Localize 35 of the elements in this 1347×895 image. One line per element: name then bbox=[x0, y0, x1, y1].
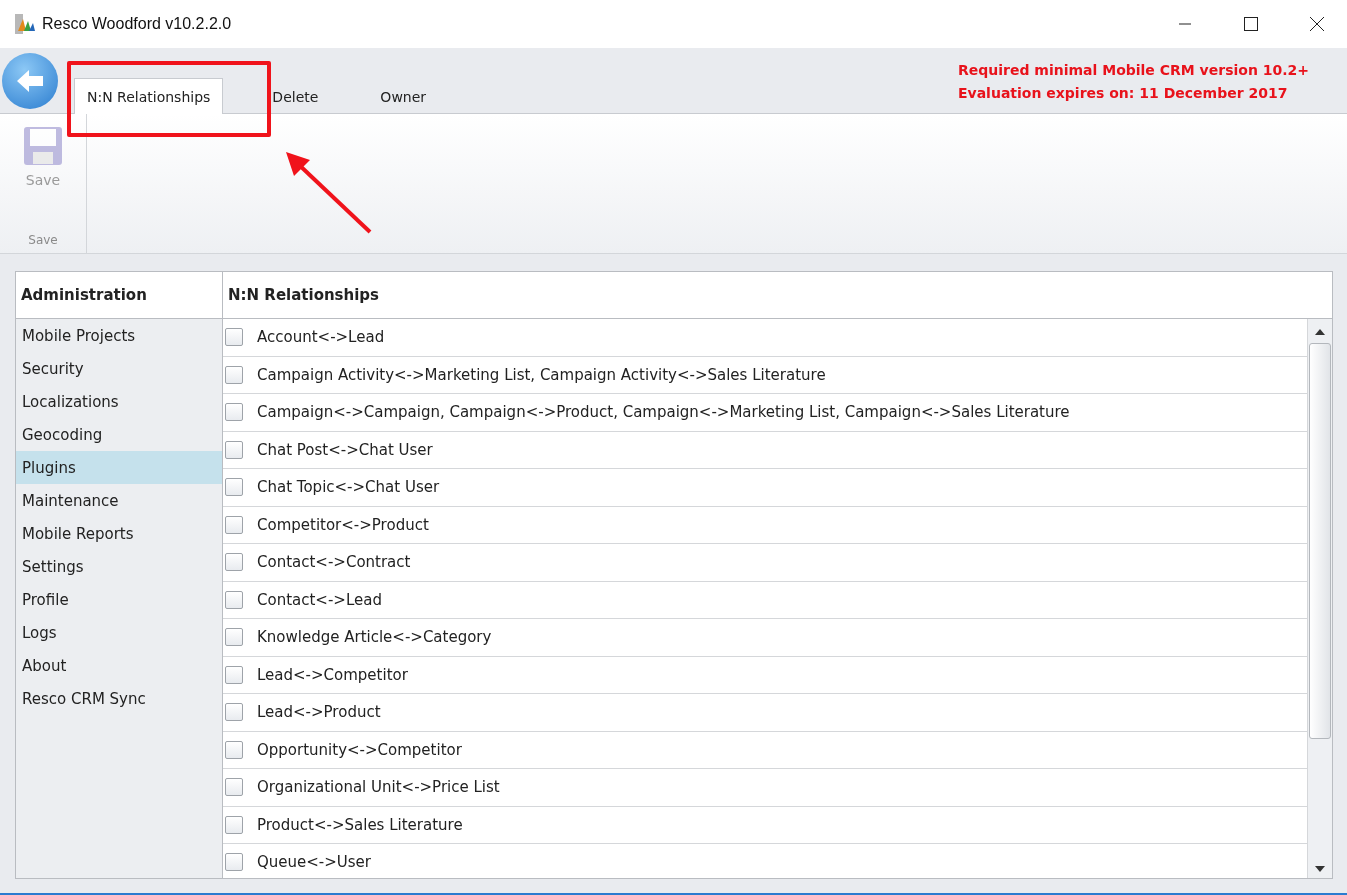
tab[interactable]: Owner bbox=[367, 78, 440, 114]
sidebar-item[interactable]: Resco CRM Sync bbox=[16, 682, 222, 715]
relationship-label: Product<->Sales Literature bbox=[257, 815, 463, 834]
sidebar-item[interactable]: Mobile Reports bbox=[16, 517, 222, 550]
sidebar-item[interactable]: Profile bbox=[16, 583, 222, 616]
relationship-label: Lead<->Competitor bbox=[257, 665, 408, 684]
relationship-label: Lead<->Product bbox=[257, 703, 381, 722]
sidebar-item[interactable]: About bbox=[16, 649, 222, 682]
sidebar-item[interactable]: Maintenance bbox=[16, 484, 222, 517]
relationship-label: Opportunity<->Competitor bbox=[257, 740, 462, 759]
relationship-label: Account<->Lead bbox=[257, 328, 385, 347]
window-title: Resco Woodford v10.2.2.0 bbox=[42, 15, 233, 33]
relationship-label: Competitor<->Product bbox=[257, 515, 429, 534]
relationship-label: Chat Topic<->Chat User bbox=[257, 478, 440, 497]
sidebar-item[interactable]: Localizations bbox=[16, 385, 222, 418]
relationship-label: Campaign<->Campaign, Campaign<->Product, Campaign<->Marketing List, Campaign<->Sales Literature bbox=[257, 403, 1070, 422]
sidebar-item[interactable]: Plugins bbox=[16, 451, 222, 484]
sidebar-item[interactable]: Logs bbox=[16, 616, 222, 649]
relationship-label: Campaign Activity<->Marketing List, Campaign Activity<->Sales Literature bbox=[257, 365, 826, 384]
relationship-label: Organizational Unit<->Price List bbox=[257, 778, 500, 797]
tab[interactable]: Delete bbox=[259, 78, 332, 114]
relationship-label: Contact<->Contract bbox=[257, 553, 411, 572]
sidebar-item[interactable]: Security bbox=[16, 352, 222, 385]
tab[interactable]: N:N Relationships bbox=[74, 78, 224, 114]
relationship-label: Chat Post<->Chat User bbox=[257, 440, 433, 459]
sidebar-header: Administration bbox=[16, 272, 222, 319]
sidebar-item[interactable]: Mobile Projects bbox=[16, 319, 222, 352]
relationship-label: Knowledge Article<->Category bbox=[257, 628, 492, 647]
sidebar-item[interactable]: Geocoding bbox=[16, 418, 222, 451]
group-label: Save bbox=[28, 233, 58, 247]
notice-text: Evaluation expires on: 11 December 2017 bbox=[958, 84, 1289, 103]
notice-text: Required minimal Mobile CRM version 10.2+ bbox=[958, 61, 1309, 80]
sidebar-item[interactable]: Settings bbox=[16, 550, 222, 583]
relationship-label: Contact<->Lead bbox=[257, 590, 382, 609]
relationship-label: Queue<->User bbox=[257, 853, 372, 872]
